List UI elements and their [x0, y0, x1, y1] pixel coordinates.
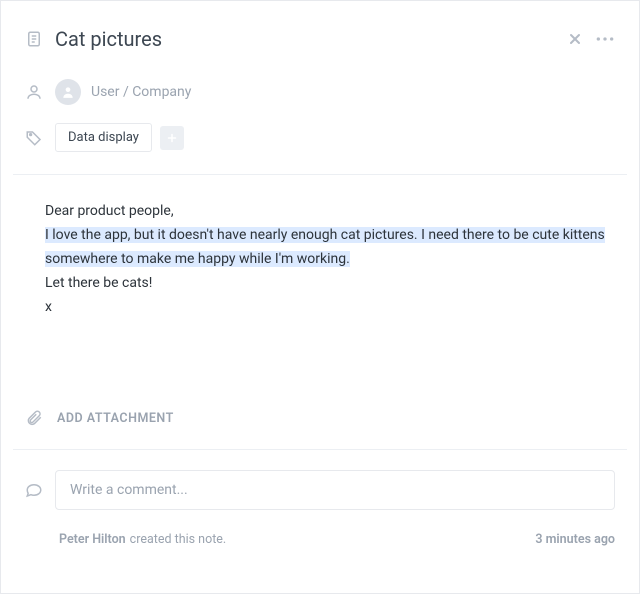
note-line: Let there be cats! [45, 271, 615, 295]
highlight: somewhere to make me happy while I'm wor… [45, 251, 350, 267]
audit-action: created this note. [130, 532, 227, 547]
user-company-placeholder[interactable]: User / Company [91, 84, 191, 100]
avatar[interactable] [55, 79, 81, 105]
tag-icon [25, 129, 43, 147]
note-body[interactable]: Dear product people, I love the app, but… [1, 175, 639, 319]
note-icon [25, 30, 43, 48]
add-attachment-button[interactable]: ADD ATTACHMENT [1, 409, 639, 427]
highlight: I love the app, but it doesn't have near… [45, 227, 605, 243]
note-line: x [45, 295, 615, 319]
paperclip-icon [25, 409, 43, 427]
comment-icon [25, 481, 43, 499]
header: Cat pictures [1, 1, 639, 61]
attachment-label: ADD ATTACHMENT [57, 411, 174, 426]
tag-chip[interactable]: Data display [55, 123, 152, 152]
note-panel: Cat pictures User / Comp [0, 0, 640, 594]
audit-author: Peter Hilton [59, 532, 126, 547]
comment-row [1, 450, 639, 510]
close-icon[interactable] [567, 31, 583, 47]
more-icon[interactable] [595, 32, 615, 46]
audit-time: 3 minutes ago [535, 532, 615, 547]
user-row: User / Company [1, 79, 639, 105]
add-tag-button[interactable] [160, 126, 184, 150]
note-line: I love the app, but it doesn't have near… [45, 223, 615, 247]
comment-input[interactable] [55, 470, 615, 510]
page-title: Cat pictures [55, 27, 567, 51]
tags-row: Data display [1, 123, 639, 152]
user-icon [25, 83, 43, 101]
audit-row: Peter Hilton created this note. 3 minute… [1, 510, 639, 547]
note-line: somewhere to make me happy while I'm wor… [45, 247, 615, 271]
note-line: Dear product people, [45, 199, 615, 223]
